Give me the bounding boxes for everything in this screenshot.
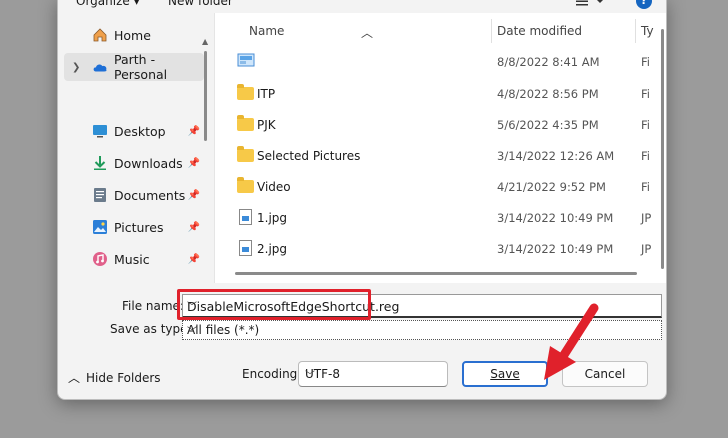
hide-folders-label: Hide Folders [86, 370, 161, 385]
nav-item-label: Music [114, 251, 150, 267]
file-type: JP [641, 211, 652, 225]
file-name: ITP [257, 87, 276, 101]
music-icon [92, 251, 108, 267]
pin-icon: 📌 [187, 157, 200, 169]
pin-icon: 📌 [187, 253, 200, 265]
nav-item-label: Parth - Personal [114, 52, 168, 82]
nav-item-home[interactable]: Home [58, 21, 210, 49]
file-name-label: File name: [122, 299, 184, 313]
file-row[interactable]: PJK 5/6/2022 4:35 PM Fi [215, 110, 666, 140]
file-date: 5/6/2022 4:35 PM [497, 118, 599, 132]
organize-button[interactable]: Organize ▾ [76, 0, 140, 8]
nav-item-music[interactable]: Music 📌 [58, 245, 210, 273]
chevron-up-icon: ︿ [68, 371, 81, 385]
home-icon [92, 27, 108, 43]
sort-ascending-icon: ︿ [361, 26, 374, 40]
file-date: 3/14/2022 10:49 PM [497, 211, 614, 225]
pictures-icon [92, 219, 108, 235]
view-list-icon [576, 0, 603, 6]
column-header-name[interactable]: Name [249, 24, 284, 38]
file-row[interactable]: 2.jpg 3/14/2022 10:49 PM JP [215, 234, 666, 264]
file-name: PJK [257, 118, 276, 132]
file-date: 3/14/2022 12:26 AM [497, 149, 615, 163]
nav-item-documents[interactable]: Documents 📌 [58, 181, 210, 209]
file-type: Fi [641, 55, 650, 69]
file-row[interactable]: Selected Pictures 3/14/2022 12:26 AM Fi [215, 141, 666, 171]
desktop-icon [92, 123, 108, 139]
file-list-horizontal-scrollbar[interactable] [235, 272, 637, 275]
nav-scrollbar[interactable] [204, 51, 207, 141]
file-type: Fi [641, 180, 650, 194]
toolbar: Organize ▾ New folder ? [58, 0, 666, 13]
jpg-file-icon [237, 240, 255, 256]
file-date: 3/14/2022 10:49 PM [497, 242, 614, 256]
file-row[interactable]: Video 4/21/2022 9:52 PM Fi [215, 172, 666, 202]
nav-item-pictures[interactable]: Pictures 📌 [58, 213, 210, 241]
chevron-down-icon: ﹀ [305, 371, 315, 382]
nav-item-label: Downloads [114, 155, 183, 171]
pin-icon: 📌 [187, 221, 200, 233]
file-name: 1.jpg [257, 211, 288, 225]
file-date: 8/8/2022 8:41 AM [497, 55, 600, 69]
documents-icon [92, 187, 108, 203]
navigation-pane: Home ❯ Parth - Personal Desktop 📌 Downlo… [58, 17, 214, 283]
pin-icon: 📌 [187, 189, 200, 201]
hide-folders-button[interactable]: ︿ Hide Folders [68, 369, 161, 386]
folder-icon [237, 84, 255, 101]
file-type: Fi [641, 118, 650, 132]
jpg-file-icon [237, 209, 255, 225]
view-options-button[interactable] [576, 0, 606, 7]
file-row[interactable]: 1.jpg 3/14/2022 10:49 PM JP [215, 203, 666, 233]
folder-icon [237, 177, 255, 194]
nav-item-label: Documents [114, 187, 186, 203]
nav-item-label: Home [114, 27, 151, 43]
folder-icon [237, 115, 255, 132]
annotation-arrow-icon [544, 303, 599, 380]
file-date: 4/21/2022 9:52 PM [497, 180, 606, 194]
file-list: ︿ Name Date modified Ty 8/8/2022 8:41 AM… [214, 13, 666, 283]
column-header-type[interactable]: Ty [641, 24, 654, 38]
file-type: Fi [641, 87, 650, 101]
onedrive-cloud-icon [92, 59, 108, 75]
column-divider[interactable] [635, 19, 636, 43]
column-divider[interactable] [491, 19, 492, 43]
save-as-type-label: Save as type: [110, 322, 192, 336]
scroll-up-icon[interactable]: ▲ [202, 37, 208, 46]
file-name: Selected Pictures [257, 149, 361, 163]
encoding-select[interactable]: UTF-8 ﹀ [298, 361, 448, 387]
file-date: 4/8/2022 8:56 PM [497, 87, 599, 101]
new-folder-button[interactable]: New folder [168, 0, 233, 8]
file-list-vertical-scrollbar[interactable] [661, 29, 664, 269]
file-row[interactable]: ITP 4/8/2022 8:56 PM Fi [215, 79, 666, 109]
nav-item-label: Desktop [114, 123, 166, 139]
nav-item-label: Pictures [114, 219, 164, 235]
column-header-date[interactable]: Date modified [497, 24, 582, 38]
file-type: Fi [641, 149, 650, 163]
file-name: Video [257, 180, 291, 194]
nav-item-onedrive[interactable]: ❯ Parth - Personal [64, 52, 204, 82]
nav-item-downloads[interactable]: Downloads 📌 [58, 149, 210, 177]
encoding-label: Encoding: [242, 367, 302, 381]
nav-item-desktop[interactable]: Desktop 📌 [58, 117, 210, 145]
file-name: 2.jpg [257, 242, 288, 256]
annotation-highlight-box [177, 289, 371, 320]
image-icon [237, 53, 255, 69]
file-list-header: ︿ Name Date modified Ty [215, 13, 666, 45]
chevron-right-icon: ❯ [72, 61, 81, 73]
save-button-label: Save [490, 367, 520, 381]
download-icon [92, 155, 108, 171]
help-button[interactable]: ? [636, 0, 652, 9]
file-row[interactable]: 8/8/2022 8:41 AM Fi [215, 47, 666, 77]
file-type: JP [641, 242, 652, 256]
folder-icon [237, 146, 255, 163]
pin-icon: 📌 [187, 125, 200, 137]
